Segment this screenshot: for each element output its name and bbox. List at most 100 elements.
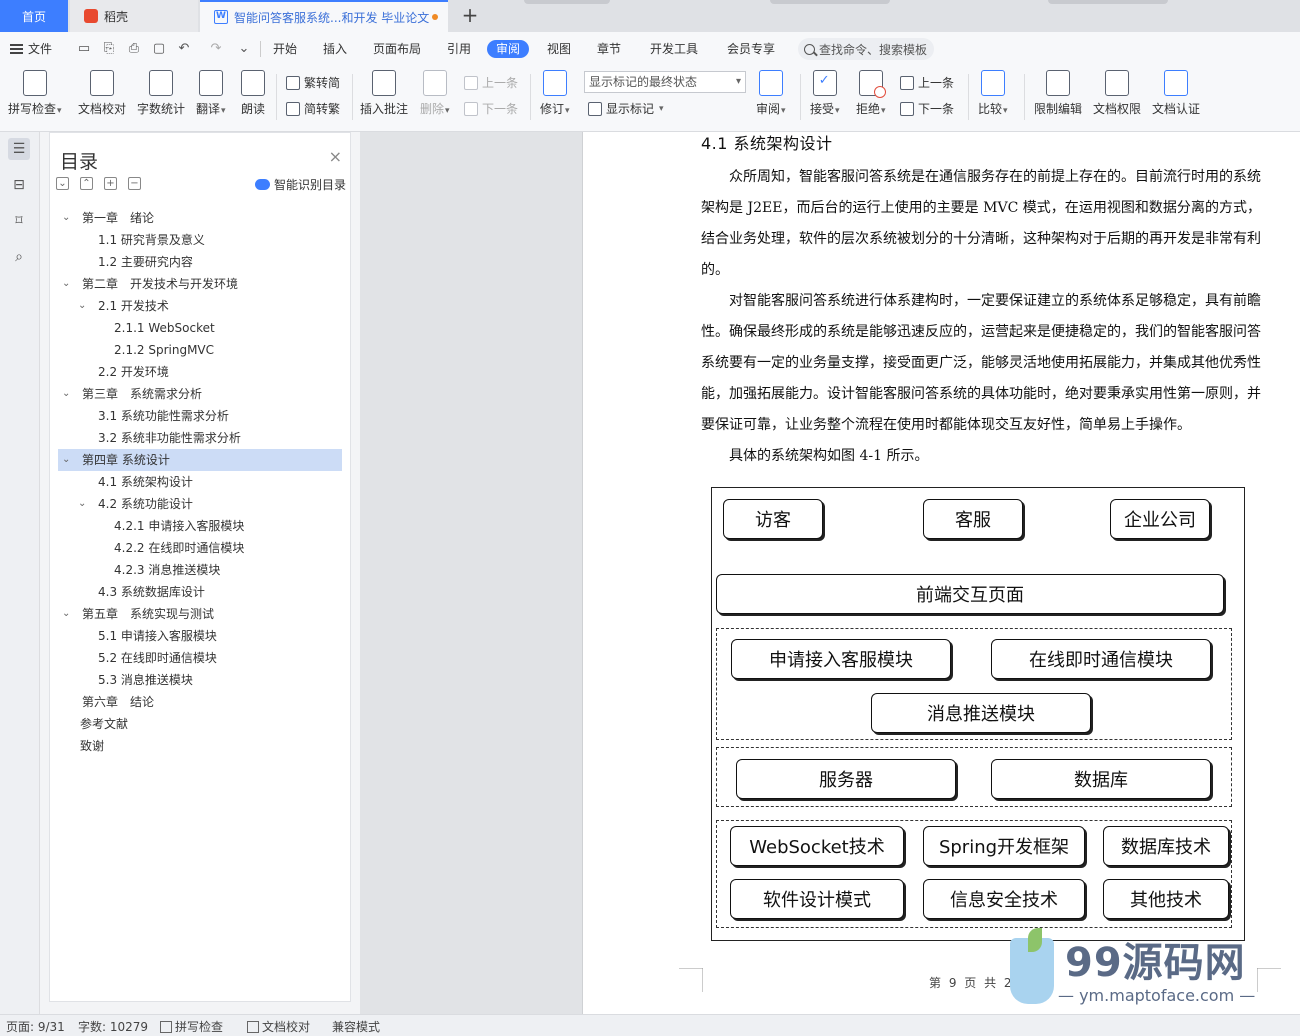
chevron-down-icon[interactable]: ⌄ — [62, 449, 70, 471]
customize-chevron-icon[interactable]: ⌄ — [236, 41, 252, 57]
toc-pane-icon[interactable]: ☰ — [8, 138, 30, 160]
reject-button[interactable]: 拒绝▾ — [856, 70, 886, 117]
smart-toc-button[interactable]: 智能识别目录 — [254, 176, 346, 193]
next-comment-button[interactable]: 下一条 — [464, 100, 518, 117]
toc-item[interactable]: ⌄ 2.1 开发技术 — [58, 295, 342, 317]
toc-item[interactable]: ⌄ 第一章 绪论 — [58, 207, 342, 229]
add-heading-icon[interactable]: + — [104, 177, 117, 190]
toc-item[interactable]: 1.1 研究背景及意义 — [58, 229, 342, 251]
prev-comment-button[interactable]: 上一条 — [464, 74, 518, 91]
markup-state-select[interactable]: 显示标记的最终状态 — [584, 71, 746, 93]
toc-item[interactable]: 1.2 主要研究内容 — [58, 251, 342, 273]
menu-dev-tools[interactable]: 开发工具 — [650, 40, 698, 58]
menu-page-layout[interactable]: 页面布局 — [373, 40, 421, 58]
print-icon[interactable]: ⎙ — [126, 41, 142, 57]
compare-button[interactable]: 比较▾ — [978, 70, 1008, 117]
toc-item[interactable]: 2.1.1 WebSocket — [58, 317, 342, 339]
toc-item[interactable]: 4.1 系统架构设计 — [58, 471, 342, 493]
accept-button[interactable]: 接受▾ — [810, 70, 840, 117]
command-search[interactable]: 查找命令、搜索模板 — [798, 38, 934, 60]
chevron-down-icon[interactable]: ⌄ — [62, 207, 70, 229]
toc-item-label: 致谢 — [80, 739, 105, 753]
translate-button[interactable]: 翻译▾ — [196, 70, 226, 117]
save-icon[interactable]: ▭ — [76, 41, 92, 57]
track-changes-label: 修订 — [540, 102, 565, 116]
doc-check-button[interactable]: 文档校对 — [78, 70, 126, 117]
chevron-down-icon[interactable]: ⌄ — [78, 493, 86, 515]
toc-item[interactable]: ⌄ 第五章 系统实现与测试 — [58, 603, 342, 625]
status-doccheck[interactable]: 文档校对 — [247, 1018, 310, 1035]
restrict-editing-button[interactable]: 限制编辑 — [1034, 70, 1082, 117]
tab-home[interactable]: 首页 — [0, 0, 68, 32]
spellcheck-button[interactable]: 拼写检查▾ — [8, 70, 62, 117]
tab-daoke[interactable]: 稻壳 — [70, 0, 198, 32]
doc-auth-button[interactable]: 文档认证 — [1152, 70, 1200, 117]
toc-item[interactable]: 4.3 系统数据库设计 — [58, 581, 342, 603]
menu-insert[interactable]: 插入 — [323, 40, 347, 58]
document-page[interactable]: 4.1 系统架构设计 众所周知，智能客服问答系统是在通信服务存在的前提上存在的。… — [582, 132, 1300, 1014]
toc-item[interactable]: 4.2.3 消息推送模块 — [58, 559, 342, 581]
delete-comment-button[interactable]: 删除▾ — [420, 70, 450, 117]
tab-document[interactable]: W 智能问答客服系统...和开发 毕业论文 — [200, 0, 448, 32]
insert-comment-button[interactable]: 插入批注 — [360, 70, 408, 117]
read-aloud-button[interactable]: 朗读 — [241, 70, 265, 117]
prev-change-button[interactable]: 上一条 — [900, 74, 954, 91]
toc-item[interactable]: 3.2 系统非功能性需求分析 — [58, 427, 342, 449]
toc-item[interactable]: ⌄ 4.2 系统功能设计 — [58, 493, 342, 515]
collapse-all-icon[interactable]: ⌄ — [56, 177, 69, 190]
menu-chapter[interactable]: 章节 — [597, 40, 621, 58]
toc-item[interactable]: 5.2 在线即时通信模块 — [58, 647, 342, 669]
chevron-down-icon[interactable]: ⌄ — [62, 273, 70, 295]
file-menu[interactable]: 文件 — [10, 40, 52, 57]
menu-start[interactable]: 开始 — [273, 40, 297, 58]
box-tech-spring: Spring开发框架 — [923, 826, 1085, 866]
menu-member[interactable]: 会员专享 — [727, 40, 775, 58]
next-change-button[interactable]: 下一条 — [900, 100, 954, 117]
trad-to-simp-button[interactable]: 繁转简 — [286, 74, 340, 91]
menu-references[interactable]: 引用 — [447, 40, 471, 58]
new-tab-button[interactable]: + — [458, 4, 482, 28]
toc-item[interactable]: 2.2 开发环境 — [58, 361, 342, 383]
toc-item[interactable]: 第六章 结论 — [58, 691, 342, 713]
doc-rights-button[interactable]: 文档权限 — [1093, 70, 1141, 117]
toc-item[interactable]: 5.3 消息推送模块 — [58, 669, 342, 691]
toc-item[interactable]: 4.2.1 申请接入客服模块 — [58, 515, 342, 537]
find-icon[interactable]: ⌕ — [8, 246, 30, 268]
toc-item[interactable]: ⌄ 第二章 开发技术与开发环境 — [58, 273, 342, 295]
toc-item[interactable]: 4.2.2 在线即时通信模块 — [58, 537, 342, 559]
toc-item[interactable]: 3.1 系统功能性需求分析 — [58, 405, 342, 427]
menu-review[interactable]: 审阅 — [487, 40, 530, 58]
chapter-nav-icon[interactable]: ⊟ — [8, 174, 30, 196]
toc-item[interactable]: 2.1.2 SpringMVC — [58, 339, 342, 361]
toc-item[interactable]: ⌄ 第四章 系统设计 — [58, 449, 342, 471]
output-pdf-icon[interactable]: ⎘ — [101, 41, 117, 57]
ribbon-divider — [276, 74, 277, 120]
undo-icon[interactable]: ↶ — [176, 41, 192, 57]
print-preview-icon[interactable]: ▢ — [151, 41, 167, 57]
menu-view[interactable]: 视图 — [547, 40, 571, 58]
doc-rights-icon — [1105, 70, 1129, 96]
chevron-down-icon[interactable]: ⌄ — [62, 383, 70, 405]
word-count-label: 字数统计 — [137, 102, 186, 116]
status-spellcheck[interactable]: 拼写检查 — [160, 1018, 223, 1035]
expand-up-icon[interactable]: ⌃ — [80, 177, 93, 190]
toc-item[interactable]: 5.1 申请接入客服模块 — [58, 625, 342, 647]
remove-heading-icon[interactable]: − — [128, 177, 141, 190]
chevron-down-icon[interactable]: ⌄ — [62, 603, 70, 625]
bookmark-icon[interactable]: ⌑ — [8, 210, 30, 232]
redo-icon[interactable]: ↷ — [208, 41, 224, 57]
track-changes-button[interactable]: 修订▾ — [540, 70, 570, 117]
page-indicator[interactable]: 页面: 9/31 — [6, 1018, 65, 1035]
word-count-button[interactable]: 字数统计 — [137, 70, 185, 117]
simp-to-trad-button[interactable]: 简转繁 — [286, 100, 340, 117]
chevron-down-icon[interactable]: ⌄ — [78, 295, 86, 317]
show-markup-button[interactable]: 显示标记 ▾ — [588, 100, 664, 117]
toc-item[interactable]: 致谢 — [58, 735, 342, 757]
toc-item[interactable]: 参考文献 — [58, 713, 342, 735]
toc-item[interactable]: ⌄ 第三章 系统需求分析 — [58, 383, 342, 405]
review-pane-button[interactable]: 审阅▾ — [756, 70, 786, 117]
close-icon[interactable]: × — [329, 147, 342, 166]
toc-item-label: 4.2 系统功能设计 — [98, 497, 193, 511]
word-count-indicator[interactable]: 字数: 10279 — [78, 1018, 148, 1035]
watermark: 99源码网 — ym.maptoface.com — — [1010, 928, 1290, 1010]
